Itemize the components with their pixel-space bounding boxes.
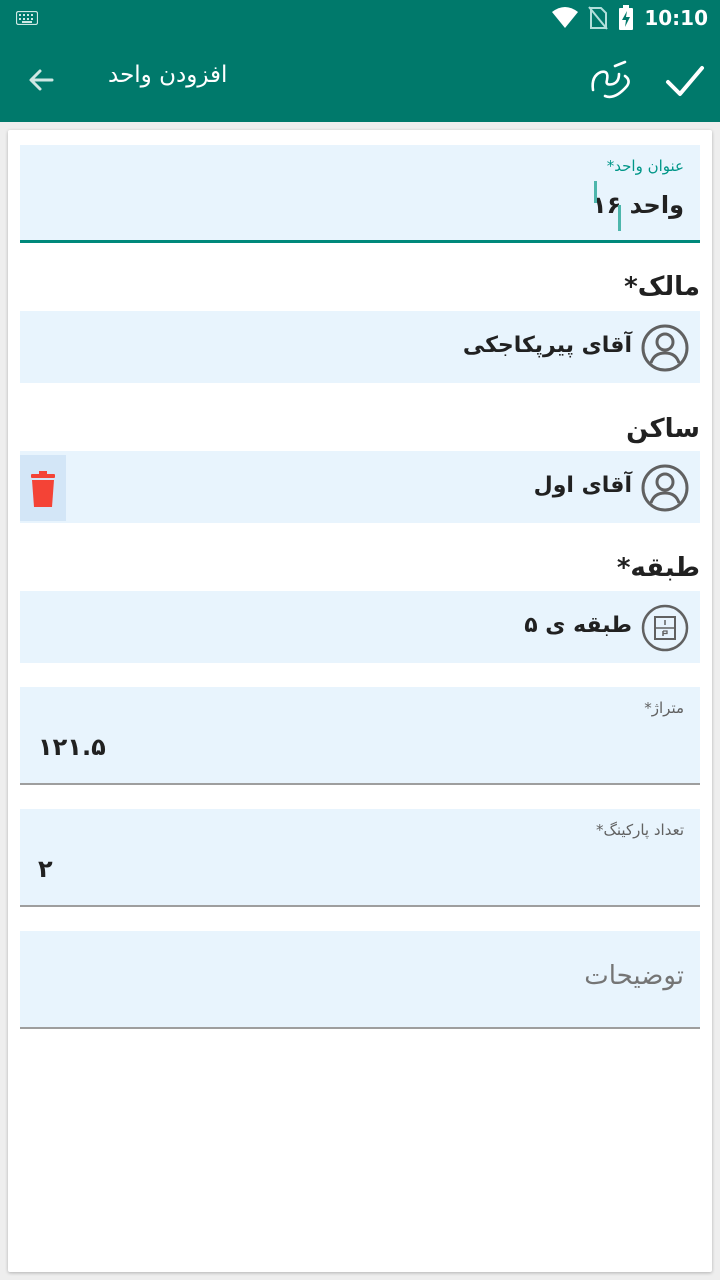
keyboard-icon [16,11,38,25]
parking-count-field[interactable]: تعداد پارکینگ* ۲ [20,809,700,907]
page-title: افزودن واحد [108,62,228,88]
back-arrow-icon[interactable] [22,60,62,100]
text-cursor [594,181,597,203]
owner-name: آقای پیرپکاجکی [462,333,632,358]
unit-title-value[interactable]: واحد ۱۶ [592,191,684,219]
owner-picker[interactable]: آقای پیرپکاجکی [20,311,700,383]
delete-resident-button[interactable] [20,455,66,521]
status-time: 10:10 [644,6,708,30]
trash-icon [31,471,55,507]
parking-count-value[interactable]: ۲ [38,855,53,883]
unit-title-field[interactable]: عنوان واحد* واحد ۱۶ [20,145,700,243]
person-icon [641,464,689,512]
area-label: متراژ* [644,699,684,717]
no-sim-icon [588,6,609,30]
description-placeholder: توضیحات [584,961,684,991]
wifi-icon [552,7,579,28]
floor-building-icon [641,604,689,652]
resident-name: آقای اول [533,473,632,498]
unit-title-label: عنوان واحد* [606,157,684,175]
resident-label: ساکن [626,414,700,444]
unit-form-card: عنوان واحد* واحد ۱۶ مالک* آقای پیرپکاجکی… [8,130,712,1272]
owner-label: مالک* [624,272,700,302]
area-value[interactable]: ۱۲۱.۵ [38,733,106,761]
floor-label: طبقه* [616,553,700,583]
battery-charging-icon [619,5,634,30]
floor-name: طبقه ی ۵ [524,613,632,638]
area-field[interactable]: متراژ* ۱۲۱.۵ [20,687,700,785]
help-calligraphy-icon[interactable] [585,56,635,106]
app-bar: افزودن واحد [0,36,720,122]
status-bar: 10:10 [0,0,720,36]
parking-count-label: تعداد پارکینگ* [595,821,684,839]
text-cursor [618,205,621,231]
floor-picker[interactable]: طبقه ی ۵ [20,591,700,663]
person-icon [641,324,689,372]
description-field[interactable]: توضیحات [20,931,700,1029]
confirm-check-icon[interactable] [662,58,708,104]
resident-picker[interactable]: آقای اول [20,451,700,523]
